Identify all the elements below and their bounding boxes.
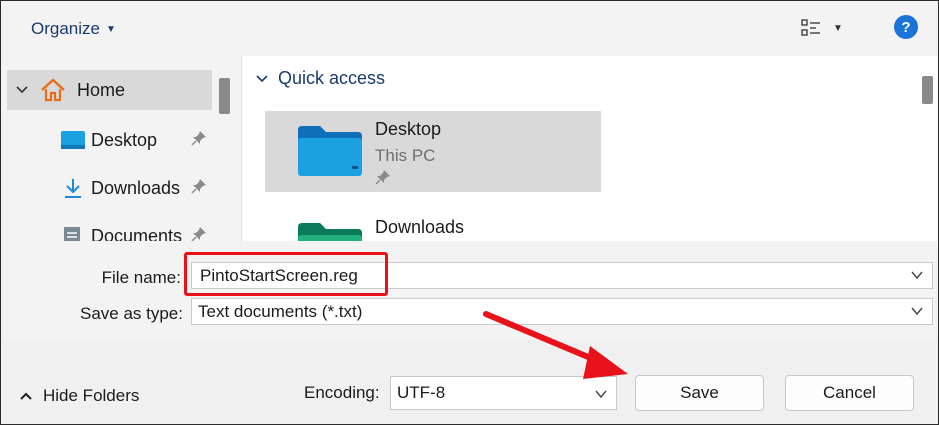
tile-desktop[interactable]: Desktop This PC	[265, 111, 601, 192]
file-list-pane: Quick access Desktop This PC Downloads	[242, 56, 938, 241]
pin-icon	[191, 130, 207, 151]
help-button[interactable]: ?	[894, 15, 918, 39]
save-dialog: Organize ▼ ▼ ? Home Desktop Downloads Do…	[0, 0, 939, 425]
folder-icon	[298, 223, 362, 241]
home-icon	[37, 78, 69, 102]
navigation-pane: Home Desktop Downloads Documents	[1, 56, 241, 241]
file-name-highlight	[184, 252, 388, 296]
chevron-up-icon	[20, 392, 32, 400]
chevron-down-icon[interactable]	[910, 304, 924, 318]
save-form: File name: PintoStartScreen.reg Save as …	[1, 241, 938, 339]
nav-item-desktop[interactable]: Desktop	[1, 120, 211, 160]
save-button-label: Save	[680, 383, 719, 402]
encoding-select[interactable]: UTF-8	[390, 376, 617, 410]
save-type-value: Text documents (*.txt)	[198, 301, 363, 321]
quick-access-header[interactable]: Quick access	[256, 68, 385, 89]
nav-item-label: Home	[77, 79, 126, 100]
nav-scrollbar-thumb[interactable]	[219, 78, 230, 114]
documents-icon	[63, 226, 81, 241]
pin-icon	[375, 169, 391, 190]
caret-down-icon: ▼	[105, 23, 116, 35]
pin-icon	[191, 178, 207, 199]
organize-button[interactable]: Organize ▼	[21, 15, 126, 43]
content-scrollbar-thumb[interactable]	[922, 76, 933, 104]
cancel-button-label: Cancel	[823, 383, 876, 402]
desktop-icon	[61, 131, 85, 149]
save-type-select[interactable]: Text documents (*.txt)	[191, 298, 933, 325]
view-options-button[interactable]: ▼	[801, 13, 857, 43]
hide-folders-label: Hide Folders	[43, 386, 140, 405]
tile-subtitle: This PC	[375, 146, 436, 165]
pin-icon	[191, 226, 207, 241]
caret-down-icon: ▼	[833, 22, 843, 34]
tile-title: Downloads	[375, 217, 465, 237]
hide-folders-button[interactable]: Hide Folders	[19, 386, 139, 406]
nav-item-home[interactable]: Home	[7, 70, 212, 110]
encoding-value: UTF-8	[397, 383, 446, 402]
toolbar: Organize ▼ ▼ ?	[1, 1, 938, 56]
folder-icon	[298, 126, 362, 181]
cancel-button[interactable]: Cancel	[785, 375, 914, 411]
chevron-down-icon	[7, 85, 37, 95]
chevron-down-icon[interactable]	[910, 268, 924, 282]
nav-item-label: Desktop	[91, 129, 158, 150]
file-name-label: File name:	[101, 268, 181, 287]
chevron-down-icon	[256, 74, 268, 82]
save-type-label: Save as type:	[79, 304, 183, 323]
nav-item-documents[interactable]: Documents	[1, 216, 211, 241]
nav-item-label: Downloads	[91, 177, 181, 198]
save-button[interactable]: Save	[635, 375, 764, 411]
encoding-label: Encoding:	[304, 383, 380, 402]
download-icon	[63, 177, 83, 199]
list-view-icon	[801, 19, 820, 36]
quick-access-label: Quick access	[278, 68, 386, 88]
nav-item-downloads[interactable]: Downloads	[1, 168, 211, 208]
nav-item-label: Documents	[91, 225, 183, 242]
help-label: ?	[901, 18, 911, 36]
chevron-down-icon	[595, 390, 607, 399]
tile-downloads[interactable]: Downloads	[265, 201, 601, 241]
tile-title: Desktop	[375, 119, 442, 139]
organize-label: Organize	[31, 19, 100, 38]
